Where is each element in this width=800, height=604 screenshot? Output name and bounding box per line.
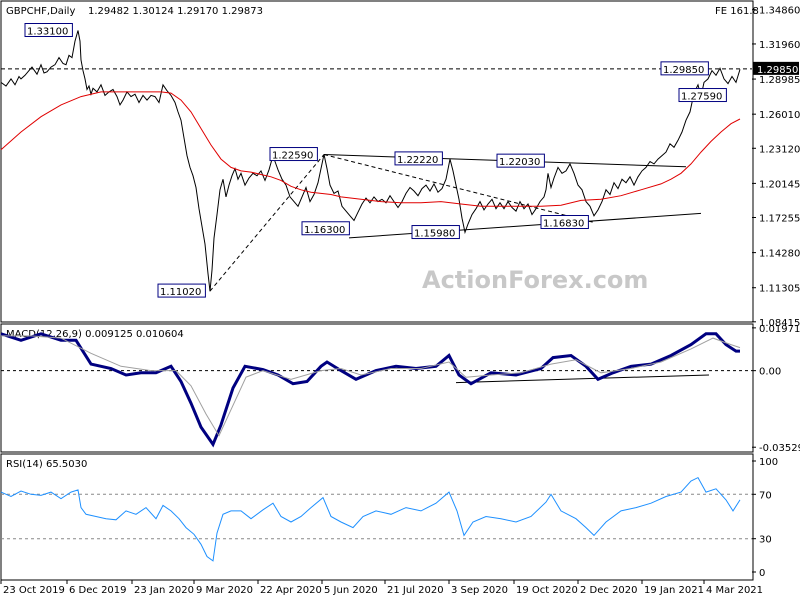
lower-trendline [348,212,702,239]
price-y-tick-label: 1.11305 [759,284,800,295]
macd-y-tick-label: 0.00 [759,367,781,378]
price-y-tick-label: 1.20145 [759,179,800,190]
chart-root: ActionForex.com GBPCHF,Daily 1.29482 1.3… [0,0,800,600]
x-tick-label: 23 Oct 2019 [3,585,65,596]
rsi-y-tick-label: 70 [759,490,772,501]
price-annotation-label: 1.33100 [27,27,68,38]
rsi-y-tick-label: 100 [759,457,778,468]
price-annotation: 1.15980 [411,225,460,240]
price-annotation: 1.22590 [269,147,318,162]
chart-svg: ActionForex.com GBPCHF,Daily 1.29482 1.3… [0,0,800,596]
price-annotation-label: 1.27590 [681,92,722,103]
ohlc-label: 1.29482 1.30124 1.29170 1.29873 [88,6,263,17]
price-annotation: 1.16300 [301,221,350,236]
x-tick-label: 5 Jun 2020 [324,585,378,596]
dashed-trendline-b [323,154,595,223]
x-tick-label: 4 Mar 2021 [706,585,763,596]
price-annotation-label: 1.16830 [543,219,584,230]
x-tick-label: 23 Jan 2020 [134,585,194,596]
macd-line [0,332,740,448]
watermark: ActionForex.com [422,266,648,294]
price-annotation-label: 1.11020 [160,287,201,298]
rsi-pane-frame [0,453,754,581]
price-y-tick-label: 1.34860 [759,6,800,17]
macd-y-tick-label: 0.019718 [759,324,800,335]
price-annotation: 1.27590 [678,88,727,103]
x-tick-label: 22 Apr 2020 [260,585,322,596]
rsi-line [0,476,741,562]
price-annotation-label: 1.22030 [499,157,540,168]
indicator-label: FE 161.8 [715,6,759,17]
price-annotation-label: 1.22220 [397,155,438,166]
x-tick-label: 19 Oct 2020 [516,585,578,596]
price-annotation-label: 1.15980 [414,229,455,240]
current-price-label: 1.29850 [757,65,798,76]
price-annotation: 1.29850 [660,61,709,76]
macd-title: MACD(12,26,9) 0.009125 0.010604 [6,329,184,340]
symbol-label: GBPCHF,Daily [6,6,75,17]
price-annotation-label: 1.16300 [304,225,345,236]
x-tick-label: 19 Jan 2021 [644,585,704,596]
macd-pane-frame [0,323,754,453]
price-annotation: 1.11020 [157,283,206,298]
price-y-tick-label: 1.14280 [759,249,800,260]
price-annotation: 1.16830 [540,215,589,230]
macd-trendline [455,374,710,384]
price-annotation: 1.22220 [394,151,443,166]
price-y-tick-label: 1.31960 [759,40,800,51]
rsi-y-tick-label: 0 [759,568,765,579]
x-tick-label: 21 Jul 2020 [387,585,444,596]
price-annotation: 1.22030 [496,153,545,168]
grid-layer [1,68,752,540]
price-y-tick-label: 1.23120 [759,144,800,155]
x-tick-label: 6 Dec 2019 [69,585,127,596]
price-annotation-label: 1.29850 [663,65,704,76]
x-tick-label: 9 Mar 2020 [196,585,253,596]
price-y-tick-label: 1.28985 [759,75,800,86]
price-line [0,30,741,292]
annotation-layer: 1.33100 1.29850 1.27590 1.22590 1.22220 1.220… [24,23,727,298]
macd-y-tick-label: -0.035295 [759,443,800,454]
series-layer [0,30,741,562]
x-tick-label: 3 Sep 2020 [451,585,508,596]
rsi-title: RSI(14) 65.5030 [6,459,87,470]
price-y-tick-label: 1.26010 [759,110,800,121]
price-annotation-label: 1.22590 [272,151,313,162]
moving-average-line [0,91,741,207]
x-tick-label: 2 Dec 2020 [580,585,638,596]
rsi-y-tick-label: 30 [759,535,772,546]
macd-signal-line [1,335,741,437]
price-y-tick-label: 1.17255 [759,213,800,224]
price-annotation: 1.33100 [24,23,73,38]
